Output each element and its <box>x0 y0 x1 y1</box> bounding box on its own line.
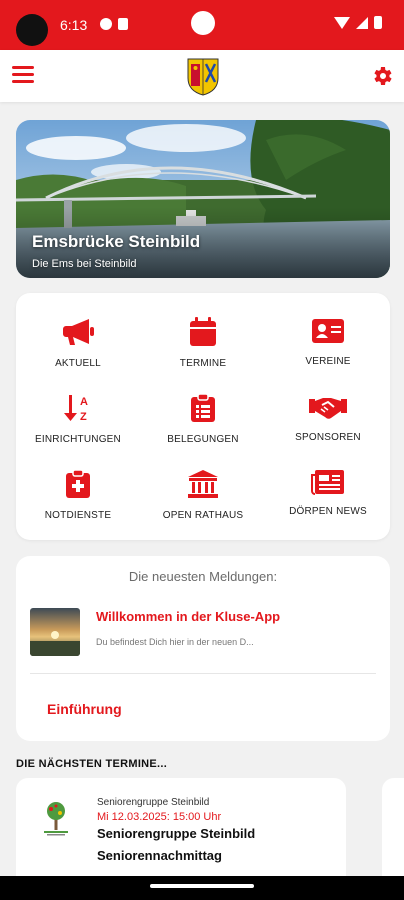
tile-sponsoren[interactable]: SPONSOREN <box>266 379 390 455</box>
quick-links-grid: AKTUELL TERMINE VEREINE A Z EINRICHTUNGE… <box>16 293 390 540</box>
news-excerpt: Du befindest Dich hier in der neuen D... <box>96 637 254 647</box>
app-bar <box>0 50 404 102</box>
handshake-icon <box>309 398 347 419</box>
divider <box>30 673 376 674</box>
tile-label: SPONSOREN <box>295 432 361 443</box>
battery-icon <box>374 16 382 29</box>
organizer-logo <box>44 802 68 836</box>
tile-label: BELEGUNGEN <box>167 434 239 445</box>
tile-label: AKTUELL <box>55 358 101 369</box>
event-card[interactable]: Seniorengruppe Steinbild Mi 12.03.2025: … <box>16 778 346 888</box>
news-item[interactable]: Willkommen in der Kluse-App Du befindest… <box>30 606 376 668</box>
camera-indicator <box>16 14 48 46</box>
svg-text:A: A <box>80 396 88 408</box>
tile-label: TERMINE <box>179 358 227 369</box>
svg-text:Z: Z <box>80 411 87 423</box>
event-organizer: Seniorengruppe Steinbild <box>97 797 210 808</box>
tile-label: NOTDIENSTE <box>44 510 112 521</box>
status-bar: 6:13 <box>0 0 404 50</box>
hero-title: Emsbrücke Steinbild <box>32 232 201 251</box>
tile-aktuell[interactable]: AKTUELL <box>16 303 140 379</box>
coat-of-arms-logo <box>187 58 219 96</box>
gear-icon <box>374 67 392 85</box>
calendar-icon <box>190 317 216 346</box>
news-card: Die neuesten Meldungen: Willkommen in de… <box>16 556 390 741</box>
tile-label: EINRICHTUNGEN <box>35 434 121 445</box>
tile-notdienste[interactable]: NOTDIENSTE <box>16 455 140 531</box>
event-card-next[interactable] <box>382 778 404 888</box>
status-time: 6:13 <box>60 17 88 33</box>
event-title: Seniorengruppe Steinbild <box>97 826 256 841</box>
tile-vereine[interactable]: VEREINE <box>266 303 390 379</box>
hero-image <box>16 120 390 278</box>
dnd-icon <box>100 18 112 30</box>
system-icons <box>334 16 382 29</box>
tile-label: DÖRPEN NEWS <box>289 506 367 517</box>
tile-termine[interactable]: TERMINE <box>141 303 265 379</box>
sort-alpha-icon: A Z <box>64 395 88 423</box>
tile-belegungen[interactable]: BELEGUNGEN <box>141 379 265 455</box>
menu-button[interactable] <box>12 66 34 86</box>
home-indicator[interactable] <box>150 884 254 888</box>
id-card-icon <box>312 319 344 343</box>
signal-icon <box>356 16 368 29</box>
event-subtitle: Seniorennachmittag <box>97 848 222 863</box>
news-heading: Die neuesten Meldungen: <box>128 569 278 584</box>
newspaper-icon <box>311 470 344 495</box>
tile-doerpen-news[interactable]: DÖRPEN NEWS <box>266 455 390 531</box>
front-camera <box>191 11 215 35</box>
sim-icon <box>118 18 128 30</box>
tile-open-rathaus[interactable]: OPEN RATHAUS <box>141 455 265 531</box>
tile-einrichtungen[interactable]: A Z EINRICHTUNGEN <box>16 379 140 455</box>
news-thumbnail <box>30 608 80 656</box>
medical-kit-icon <box>66 469 90 498</box>
notification-icons <box>100 18 128 30</box>
settings-button[interactable] <box>370 64 394 88</box>
town-hall-icon <box>188 470 218 498</box>
hamburger-icon <box>12 66 34 83</box>
system-navigation-bar <box>0 876 404 900</box>
wifi-icon <box>334 16 350 29</box>
megaphone-icon <box>63 319 94 345</box>
hero-banner[interactable]: Emsbrücke Steinbild Die Ems bei Steinbil… <box>16 120 390 278</box>
tile-label: OPEN RATHAUS <box>162 510 244 521</box>
events-heading: DIE NÄCHSTEN TERMINE... <box>16 758 168 770</box>
news-title: Willkommen in der Kluse-App <box>96 609 281 624</box>
hero-subtitle: Die Ems bei Steinbild <box>32 258 137 270</box>
tile-label: VEREINE <box>305 356 351 367</box>
introduction-link[interactable]: Einführung <box>47 701 122 717</box>
event-date: Mi 12.03.2025: 15:00 Uhr <box>97 811 222 823</box>
clipboard-list-icon <box>191 393 215 422</box>
